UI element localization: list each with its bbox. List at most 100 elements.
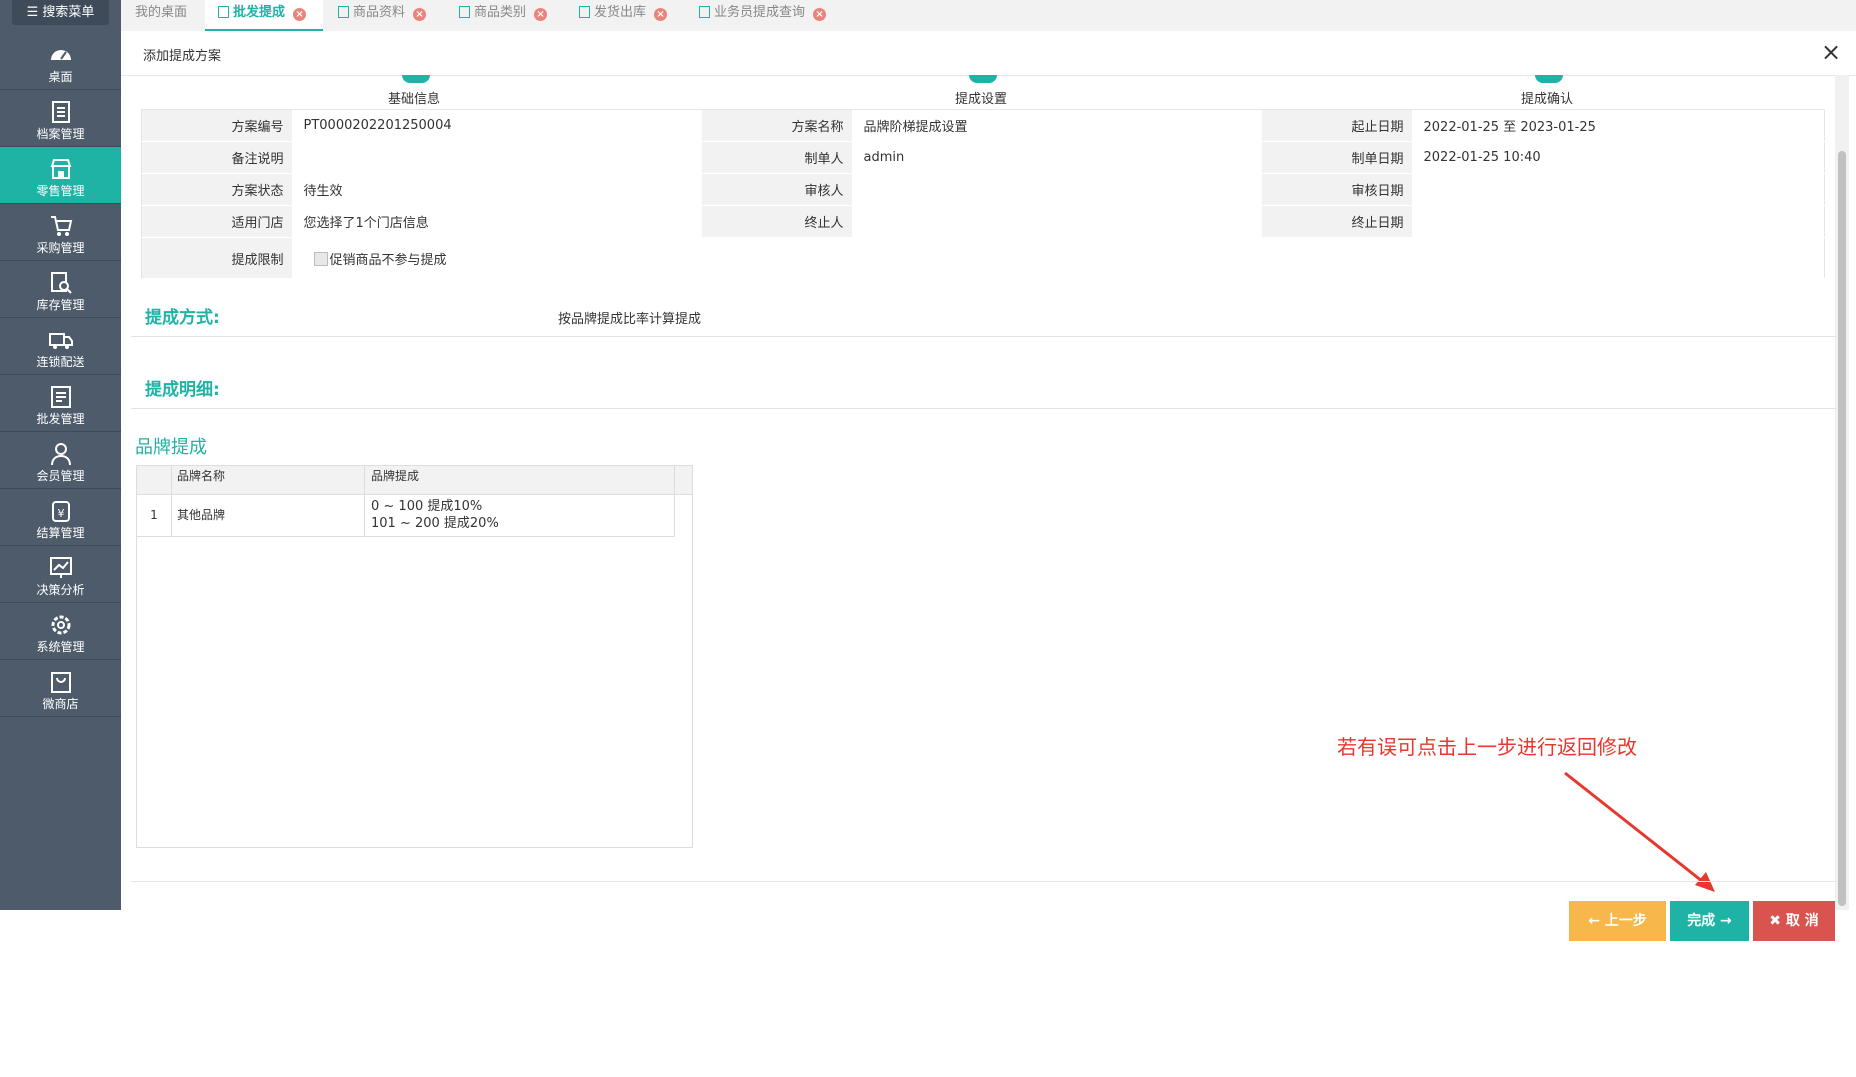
commission-tier: 0 ~ 100 提成10%	[371, 499, 483, 514]
footer-divider	[131, 881, 1836, 882]
end-date-value	[1411, 205, 1825, 238]
tab-salesman-commission-query[interactable]: 业务员提成查询 ×	[699, 0, 827, 31]
close-icon[interactable]: ×	[534, 8, 548, 21]
wholesale-icon	[51, 386, 71, 408]
index-header	[137, 466, 172, 494]
tab-shipping-out[interactable]: 发货出库 ×	[579, 0, 668, 31]
vertical-scrollbar[interactable]	[1835, 75, 1849, 910]
sidebar-item-analysis[interactable]: 决策分析	[0, 546, 121, 603]
tab-label: 发货出库	[594, 5, 647, 20]
sidebar-item-label: 零售管理	[36, 184, 85, 198]
previous-step-button[interactable]: ← 上一步	[1569, 901, 1666, 941]
status-value: 待生效	[291, 173, 702, 206]
archive-icon	[52, 101, 70, 123]
method-title: 提成方式:	[145, 308, 220, 328]
sidebar-item-inventory[interactable]: 库存管理	[0, 261, 121, 318]
sidebar-item-archive[interactable]: 档案管理	[0, 90, 121, 147]
end-date-label: 终止日期	[1261, 205, 1412, 238]
search-menu-label: 搜索菜单	[42, 5, 95, 20]
hint-annotation: 若有误可点击上一步进行返回修改	[1337, 735, 1637, 759]
step-label: 提成确认	[1521, 92, 1574, 107]
creator-label: 制单人	[701, 141, 852, 174]
plan-name-label: 方案名称	[701, 109, 852, 142]
close-icon[interactable]: ×	[1821, 39, 1841, 65]
sidebar-nav: 桌面 档案管理 零售管理 采购管理 库存管理 连锁配送 批发管理 会员管理 ¥ …	[0, 33, 121, 717]
terminator-label: 终止人	[701, 205, 852, 238]
dashboard-icon	[51, 50, 71, 60]
dialog-title: 添加提成方案	[143, 49, 222, 64]
sidebar-item-wholesale[interactable]: 批发管理	[0, 375, 121, 432]
step-marker	[402, 75, 430, 83]
cart-icon	[51, 216, 73, 236]
commission-tier: 101 ~ 200 提成20%	[371, 516, 499, 531]
sidebar-item-label: 桌面	[48, 70, 73, 84]
tab-wholesale-commission[interactable]: 批发提成 ×	[205, 0, 323, 31]
close-icon[interactable]: ×	[813, 8, 827, 21]
finish-button[interactable]: 完成 →	[1670, 901, 1749, 941]
sidebar-item-retail[interactable]: 零售管理	[0, 147, 121, 204]
sidebar-item-system[interactable]: 系统管理	[0, 603, 121, 660]
close-icon[interactable]: ×	[413, 8, 427, 21]
store-icon	[50, 159, 72, 179]
divider	[131, 408, 1836, 409]
date-range-label: 起止日期	[1261, 109, 1412, 142]
created-date-value: 2022-01-25 10:40	[1411, 141, 1825, 174]
plan-no-value: PT0000202201250004	[291, 109, 702, 142]
promo-exclude-checkbox[interactable]	[313, 251, 328, 266]
plan-no-label: 方案编号	[141, 109, 292, 142]
sidebar-item-member[interactable]: 会员管理	[0, 432, 121, 489]
terminator-value	[851, 205, 1262, 238]
plan-info-table: 方案编号 PT0000202201250004 方案名称 品牌阶梯提成设置 起止…	[141, 109, 1825, 279]
step-label: 基础信息	[388, 92, 441, 107]
sidebar: ☰ 搜索菜单 桌面 档案管理 零售管理 采购管理 库存管理 连锁配送 批发管理 …	[0, 0, 121, 910]
sidebar-item-settlement[interactable]: ¥ 结算管理	[0, 489, 121, 546]
audit-date-label: 审核日期	[1261, 173, 1412, 206]
auditor-label: 审核人	[701, 173, 852, 206]
tab-label: 业务员提成查询	[714, 5, 806, 20]
sidebar-item-label: 批发管理	[36, 412, 85, 426]
tab-label: 批发提成	[233, 5, 286, 20]
tab-label: 商品资料	[353, 5, 406, 20]
scrollbar-thumb[interactable]	[1838, 151, 1846, 906]
tab-bar: 我的桌面 批发提成 × 商品资料 × 商品类别 × 发货出库 × 业务员提成查询 ×	[121, 0, 1856, 32]
brand-commission-header: 品牌提成	[365, 466, 675, 494]
close-icon[interactable]: ×	[293, 8, 307, 21]
sidebar-item-label: 档案管理	[36, 127, 85, 141]
step-label: 提成设置	[955, 92, 1008, 107]
tab-label: 我的桌面	[135, 5, 188, 20]
chart-icon	[50, 557, 72, 578]
sidebar-item-distribution[interactable]: 连锁配送	[0, 318, 121, 375]
sidebar-item-label: 决策分析	[36, 583, 85, 597]
document-icon	[579, 6, 590, 18]
document-icon	[338, 6, 349, 18]
stores-value: 您选择了1个门店信息	[291, 205, 702, 238]
step-marker	[969, 75, 997, 83]
gear-icon	[51, 615, 71, 635]
table-row[interactable]: 1 其他品牌 0 ~ 100 提成10% 101 ~ 200 提成20%	[137, 495, 675, 537]
document-icon	[459, 6, 470, 18]
creator-value: admin	[851, 141, 1262, 174]
user-icon	[51, 443, 71, 466]
step-marker	[1535, 75, 1563, 83]
tab-product-category[interactable]: 商品类别 ×	[459, 0, 548, 31]
sidebar-item-desktop[interactable]: 桌面	[0, 33, 121, 90]
close-icon[interactable]: ×	[654, 8, 668, 21]
tab-product-info[interactable]: 商品资料 ×	[338, 0, 427, 31]
search-menu-button[interactable]: ☰ 搜索菜单	[12, 0, 109, 25]
cancel-button[interactable]: ✖ 取 消	[1753, 901, 1835, 941]
sidebar-item-label: 系统管理	[36, 640, 85, 654]
sidebar-item-purchase[interactable]: 采购管理	[0, 204, 121, 261]
tab-my-desktop[interactable]: 我的桌面	[135, 0, 205, 31]
status-label: 方案状态	[141, 173, 292, 206]
sidebar-item-microshop[interactable]: 微商店	[0, 660, 121, 717]
divider	[131, 336, 1836, 337]
limit-value: 促销商品不参与提成	[291, 237, 1825, 279]
annotation-arrow-icon	[1564, 771, 1715, 892]
stores-label: 适用门店	[141, 205, 292, 238]
tab-label: 商品类别	[474, 5, 527, 20]
brand-name-header: 品牌名称	[172, 466, 365, 494]
brand-name-cell: 其他品牌	[172, 495, 365, 536]
app-window: ☰ 搜索菜单 桌面 档案管理 零售管理 采购管理 库存管理 连锁配送 批发管理 …	[0, 0, 1856, 941]
shop-bag-icon	[51, 672, 71, 693]
remark-value	[291, 141, 702, 174]
